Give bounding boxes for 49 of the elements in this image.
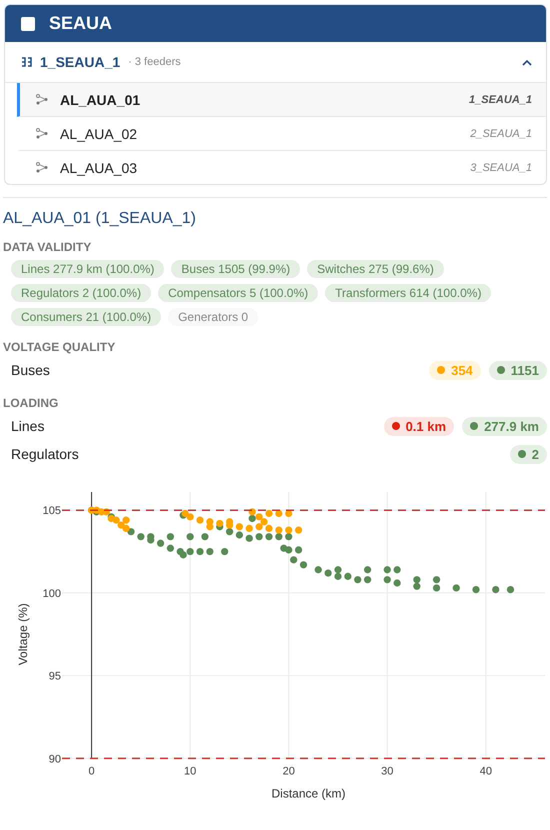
validity-chip: Regulators 2 (100.0%) <box>11 284 152 302</box>
validity-chip: Transformers 614 (100.0%) <box>325 284 492 302</box>
axis-tick-label: 20 <box>282 765 295 778</box>
validity-chip: Lines 277.9 km (100.0%) <box>11 260 164 278</box>
feeder-row[interactable]: AL_AUA_01 1_SEAUA_1 <box>17 83 546 117</box>
section-heading: LOADING <box>3 396 58 410</box>
axis-title: Voltage (%) <box>16 603 30 666</box>
axis-tick-label: 40 <box>480 765 492 778</box>
count-badge: 277.9 km <box>462 416 547 436</box>
substation-icon <box>21 57 32 67</box>
count-badge: 354 <box>429 360 481 380</box>
substation-name[interactable]: 1_SEAUA_1 <box>40 54 120 70</box>
axis-tick-label: 10 <box>184 765 196 778</box>
branch-icon <box>36 128 48 139</box>
feeder-row[interactable]: AL_AUA_03 3_SEAUA_1 <box>17 151 546 184</box>
feeder-name: AL_AUA_03 <box>60 160 138 176</box>
validity-chip: Compensators 5 (100.0%) <box>158 284 318 302</box>
feeder-row[interactable]: AL_AUA_02 2_SEAUA_1 <box>17 117 546 151</box>
feeder-title: AL_AUA_01 (1_SEAUA_1) <box>3 210 196 228</box>
metric-label: Regulators <box>11 446 80 462</box>
feeder-name: AL_AUA_02 <box>60 126 138 142</box>
feeder-name: AL_AUA_01 <box>60 92 140 108</box>
axis-tick-label: 100 <box>42 588 61 600</box>
header-title: SEAUA <box>49 13 112 34</box>
branch-icon <box>36 94 48 105</box>
count-badge: 1151 <box>488 360 547 380</box>
validity-chip: Consumers 21 (100.0%) <box>11 308 162 326</box>
square-icon <box>21 16 35 30</box>
section-heading: VOLTAGE QUALITY <box>3 340 116 354</box>
metric-label: Lines <box>11 418 46 434</box>
branch-icon <box>36 162 48 173</box>
axis-tick-label: 90 <box>48 753 61 766</box>
axis-tick-label: 105 <box>42 505 61 518</box>
substation-label: 3_SEAUA_1 <box>470 162 532 174</box>
validity-chip: Buses 1505 (99.9%) <box>171 260 300 278</box>
validity-chip: Generators 0 <box>168 308 258 326</box>
substation-label: 1_SEAUA_1 <box>469 94 532 106</box>
validity-chip: Switches 275 (99.6%) <box>307 260 444 278</box>
axis-tick-label: 0 <box>88 765 95 778</box>
count-badge: 2 <box>510 444 547 464</box>
chevron-up-icon[interactable] <box>522 58 532 66</box>
section-heading: DATA VALIDITY <box>3 240 92 254</box>
substation-label: 2_SEAUA_1 <box>470 128 532 140</box>
metric-label: Buses <box>11 362 51 378</box>
axis-tick-label: 30 <box>381 765 394 778</box>
count-badge: 0.1 km <box>384 416 454 436</box>
feeder-count: · 3 feeders <box>128 56 181 68</box>
axis-title: Distance (km) <box>272 786 346 800</box>
axis-tick-label: 95 <box>48 670 61 683</box>
